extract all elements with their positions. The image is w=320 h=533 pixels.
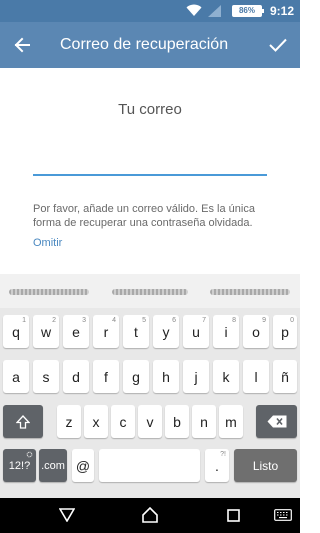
key-w[interactable]: w2 xyxy=(33,315,59,348)
key-c[interactable]: c xyxy=(111,405,135,438)
dotcom-key[interactable]: .com xyxy=(39,449,67,482)
key-s[interactable]: s xyxy=(33,360,59,393)
key-at[interactable]: @ xyxy=(72,449,94,482)
keyboard-icon xyxy=(274,509,292,521)
nav-keyboard-button[interactable] xyxy=(271,504,295,526)
key-x[interactable]: x xyxy=(84,405,108,438)
wifi-icon xyxy=(186,4,202,16)
key-o[interactable]: o9 xyxy=(243,315,269,348)
skip-link[interactable]: Omitir xyxy=(33,236,62,250)
square-icon xyxy=(226,508,240,522)
key-l[interactable]: l xyxy=(243,360,269,393)
key-u[interactable]: u7 xyxy=(183,315,209,348)
shift-key[interactable] xyxy=(3,405,43,438)
key-v[interactable]: v xyxy=(138,405,162,438)
back-button[interactable] xyxy=(8,31,36,59)
clock: 9:12 xyxy=(269,4,294,18)
key-j[interactable]: j xyxy=(183,360,209,393)
space-key[interactable] xyxy=(99,449,200,482)
confirm-button[interactable] xyxy=(264,31,292,59)
key-f[interactable]: f xyxy=(93,360,119,393)
key-e[interactable]: e3 xyxy=(63,315,89,348)
navigation-bar xyxy=(0,498,300,533)
symbols-key[interactable]: 12!? xyxy=(3,449,36,482)
suggestion-strip xyxy=(0,274,300,308)
key-k[interactable]: k xyxy=(213,360,239,393)
app-bar: Correo de recuperación xyxy=(0,22,300,68)
nav-recents-button[interactable] xyxy=(221,504,245,526)
done-key[interactable]: Listo xyxy=(234,449,297,482)
key-h[interactable]: h xyxy=(153,360,179,393)
info-text: Por favor, añade un correo válido. Es la… xyxy=(33,203,255,229)
home-icon xyxy=(142,507,158,523)
check-icon xyxy=(269,38,287,52)
key-n[interactable]: n xyxy=(192,405,216,438)
key-a[interactable]: a xyxy=(3,360,29,393)
status-bar: 86% 9:12 xyxy=(0,0,300,22)
suggestion-item[interactable] xyxy=(112,289,188,295)
shift-icon xyxy=(16,414,30,429)
backspace-icon xyxy=(267,415,286,428)
key-d[interactable]: d xyxy=(63,360,89,393)
signal-icon xyxy=(208,5,221,17)
key-enye[interactable]: ñ xyxy=(273,360,297,393)
key-t[interactable]: t5 xyxy=(123,315,149,348)
page-title: Correo de recuperación xyxy=(60,36,229,53)
suggestion-item[interactable] xyxy=(210,289,290,295)
battery-indicator: 86% xyxy=(232,5,264,17)
key-i[interactable]: i8 xyxy=(213,315,239,348)
nav-back-button[interactable] xyxy=(55,504,79,526)
key-b[interactable]: b xyxy=(165,405,189,438)
key-m[interactable]: m xyxy=(219,405,243,438)
email-field[interactable] xyxy=(33,152,267,176)
email-heading: Tu correo xyxy=(118,101,182,118)
suggestion-item[interactable] xyxy=(9,289,89,295)
key-z[interactable]: z xyxy=(57,405,81,438)
key-q[interactable]: q1 xyxy=(3,315,29,348)
key-period[interactable]: .?! xyxy=(205,449,229,482)
gear-icon xyxy=(26,451,33,458)
arrow-left-icon xyxy=(14,37,30,53)
keyboard: q1 w2 e3 r4 t5 y6 u7 i8 o9 p0 a s d f g … xyxy=(0,274,300,498)
key-y[interactable]: y6 xyxy=(153,315,179,348)
nav-home-button[interactable] xyxy=(138,504,162,526)
key-p[interactable]: p0 xyxy=(273,315,297,348)
backspace-key[interactable] xyxy=(256,405,297,438)
key-g[interactable]: g xyxy=(123,360,149,393)
triangle-back-icon xyxy=(59,508,75,522)
key-r[interactable]: r4 xyxy=(93,315,119,348)
